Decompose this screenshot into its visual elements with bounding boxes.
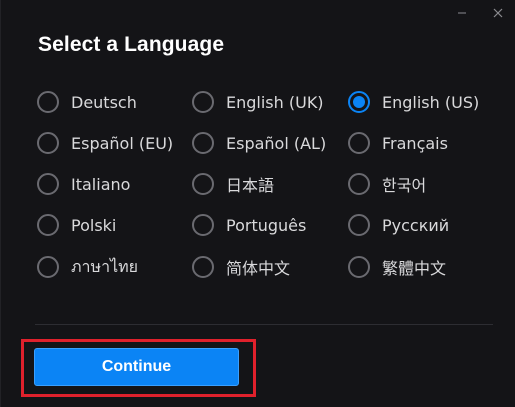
radio-button[interactable] bbox=[192, 173, 214, 195]
radio-button[interactable] bbox=[348, 132, 370, 154]
language-option[interactable]: English (US) bbox=[348, 88, 479, 116]
language-option[interactable]: Italiano bbox=[37, 170, 130, 198]
language-option[interactable]: Español (AL) bbox=[192, 129, 326, 157]
radio-button[interactable] bbox=[192, 214, 214, 236]
language-label: Français bbox=[382, 133, 448, 153]
radio-button[interactable] bbox=[37, 132, 59, 154]
language-option[interactable]: 日本語 bbox=[192, 170, 274, 198]
radio-button[interactable] bbox=[192, 91, 214, 113]
window-controls bbox=[453, 4, 507, 22]
language-label: Deutsch bbox=[71, 92, 137, 112]
language-label: 한국어 bbox=[382, 176, 427, 195]
divider bbox=[35, 324, 493, 325]
language-label: Polski bbox=[71, 215, 117, 235]
continue-button[interactable]: Continue bbox=[34, 348, 239, 386]
language-label: Español (AL) bbox=[226, 133, 327, 153]
radio-button[interactable] bbox=[192, 132, 214, 154]
language-dialog: Select a Language Deutsch English (UK) Eng… bbox=[0, 0, 515, 407]
language-option[interactable]: Русский bbox=[348, 211, 449, 239]
radio-button[interactable] bbox=[348, 173, 370, 195]
language-label: English (US) bbox=[382, 92, 480, 112]
minimize-icon bbox=[458, 12, 466, 14]
radio-button[interactable] bbox=[37, 256, 59, 278]
minimize-button[interactable] bbox=[453, 4, 471, 22]
language-label: 繁體中文 bbox=[382, 259, 447, 278]
language-label: Italiano bbox=[71, 174, 131, 194]
language-label: Русский bbox=[382, 215, 450, 235]
language-label: English (UK) bbox=[226, 92, 324, 112]
dialog-title: Select a Language bbox=[38, 33, 225, 56]
language-label: 日本語 bbox=[226, 176, 275, 195]
language-label: 简体中文 bbox=[226, 259, 291, 278]
language-label: Português bbox=[226, 215, 307, 235]
language-option[interactable]: 繁體中文 bbox=[348, 253, 446, 281]
radio-button[interactable] bbox=[37, 214, 59, 236]
language-options: Deutsch English (UK) English (US) Español (… bbox=[37, 88, 497, 288]
radio-button[interactable] bbox=[348, 214, 370, 236]
language-option[interactable]: Deutsch bbox=[37, 88, 137, 116]
language-option[interactable]: 한국어 bbox=[348, 170, 426, 198]
language-label: Español (EU) bbox=[71, 133, 174, 153]
close-button[interactable] bbox=[489, 4, 507, 22]
close-icon bbox=[493, 8, 503, 18]
language-option[interactable]: Polski bbox=[37, 211, 116, 239]
language-option[interactable]: 简体中文 bbox=[192, 253, 290, 281]
language-label: ภาษาไทย bbox=[71, 256, 139, 276]
radio-dot bbox=[353, 96, 365, 108]
radio-button-checked[interactable] bbox=[348, 91, 370, 113]
radio-button[interactable] bbox=[37, 173, 59, 195]
radio-button[interactable] bbox=[348, 256, 370, 278]
language-option[interactable]: Français bbox=[348, 129, 448, 157]
language-option[interactable]: English (UK) bbox=[192, 88, 324, 116]
radio-button[interactable] bbox=[37, 91, 59, 113]
language-option[interactable]: Português bbox=[192, 211, 306, 239]
language-option[interactable]: ภาษาไทย bbox=[37, 253, 138, 281]
language-option[interactable]: Español (EU) bbox=[37, 129, 173, 157]
radio-button[interactable] bbox=[192, 256, 214, 278]
